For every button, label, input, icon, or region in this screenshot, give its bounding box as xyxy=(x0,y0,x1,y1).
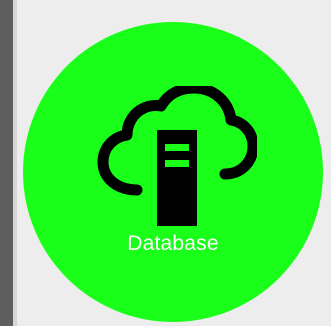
tile-canvas: Database xyxy=(0,0,331,326)
left-edge-bar xyxy=(0,0,13,326)
left-edge-divider xyxy=(13,0,17,326)
database-tile[interactable]: Database xyxy=(23,22,323,322)
tile-label: Database xyxy=(127,232,219,255)
cloud-server-icon xyxy=(97,86,257,226)
